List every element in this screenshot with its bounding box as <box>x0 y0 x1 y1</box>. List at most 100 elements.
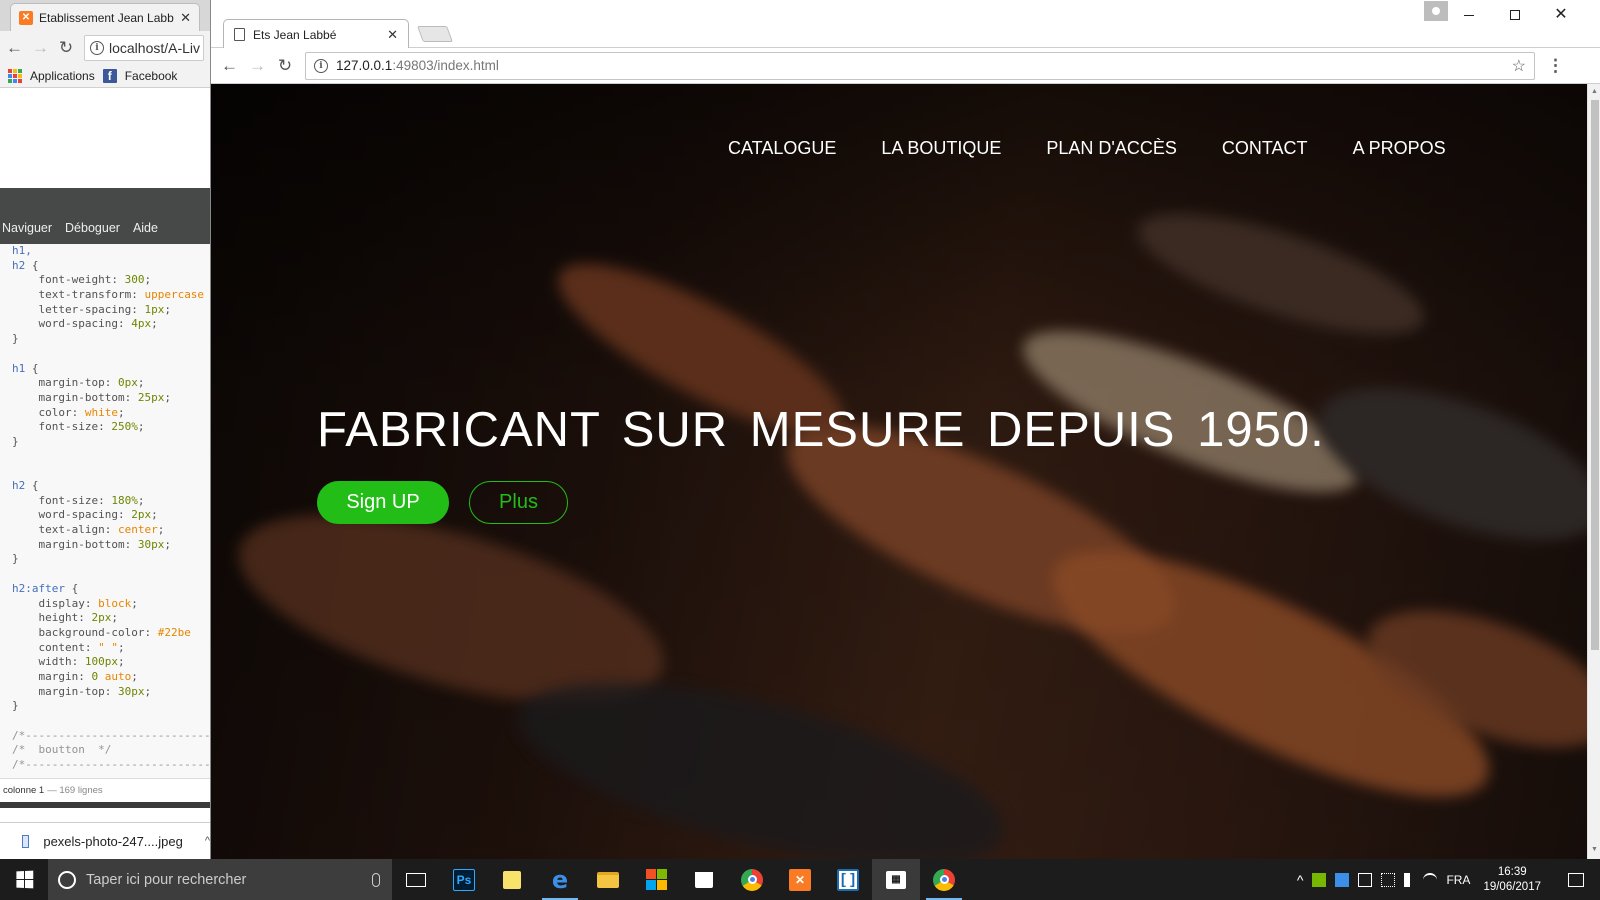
taskbar-search-box[interactable]: Taper ici pour rechercher <box>48 859 392 900</box>
url-path: :49803/index.html <box>392 58 499 73</box>
sign-up-button[interactable]: Sign UP <box>317 481 449 524</box>
page-scrollbar[interactable]: ▲ ▼ <box>1587 84 1600 859</box>
image-file-icon <box>22 834 30 848</box>
info-icon[interactable]: i <box>90 40 104 55</box>
scroll-down-icon[interactable]: ▼ <box>1591 846 1598 853</box>
code-line: h2 { <box>12 479 39 492</box>
main-address-bar[interactable]: i 127.0.0.1 :49803/index.html ☆ <box>305 51 1535 80</box>
nav-a-propos[interactable]: A PROPOS <box>1353 138 1446 159</box>
language-indicator[interactable]: FRA <box>1446 873 1470 887</box>
clock-date: 19/06/2017 <box>1483 880 1541 893</box>
code-line: } <box>12 699 19 713</box>
microphone-icon[interactable] <box>372 872 380 887</box>
main-tab-title: Ets Jean Labbé <box>253 27 337 42</box>
info-icon[interactable]: i <box>314 58 328 73</box>
taskbar-chrome[interactable] <box>728 859 776 900</box>
close-icon[interactable]: ✕ <box>387 27 398 43</box>
close-icon[interactable]: ✕ <box>180 10 191 26</box>
decorative-shoe-shape <box>1299 356 1587 572</box>
background-address-bar[interactable]: i localhost/A-Liv <box>84 34 204 61</box>
code-line: /* boutton */ <box>12 743 112 757</box>
nav-la-boutique[interactable]: LA BOUTIQUE <box>881 138 1001 159</box>
volume-icon[interactable] <box>1404 872 1414 887</box>
taskbar-store[interactable] <box>680 859 728 900</box>
profile-avatar[interactable] <box>1424 1 1448 21</box>
taskbar-sticky-notes[interactable] <box>488 859 536 900</box>
new-tab-button[interactable] <box>417 26 453 42</box>
apps-grid-icon[interactable] <box>8 68 22 83</box>
background-url-text: localhost/A-Liv <box>109 39 201 56</box>
scrollbar-thumb[interactable] <box>1591 100 1599 650</box>
forward-arrow-icon[interactable]: → <box>32 39 49 56</box>
windows-taskbar: Taper ici pour rechercher Ps e ✕ [ ] ▦ ^… <box>0 859 1600 900</box>
background-browser-tab[interactable]: ✕ Etablissement Jean Labbé ✕ <box>10 3 200 31</box>
code-line: margin-bottom: 30px; <box>12 537 171 551</box>
site-navigation: CATALOGUE LA BOUTIQUE PLAN D'ACCÈS CONTA… <box>728 138 1446 159</box>
reload-icon[interactable]: ↻ <box>277 57 293 74</box>
taskbar-brackets[interactable]: [ ] <box>824 859 872 900</box>
clock[interactable]: 16:39 19/06/2017 <box>1483 865 1541 895</box>
code-line: color: white; <box>12 405 125 419</box>
back-arrow-icon[interactable]: ← <box>6 39 23 56</box>
menu-kebab-icon[interactable]: ⋮ <box>1547 56 1564 76</box>
main-tab-strip: Ets Jean Labbé ✕ ✕ <box>211 0 1600 49</box>
code-line: h2 { <box>12 258 39 272</box>
menu-aide[interactable]: Aide <box>133 221 158 235</box>
window-close-button[interactable]: ✕ <box>1538 0 1584 30</box>
status-column: colonne 1 <box>3 785 45 796</box>
bookmarks-bar: Applications f Facebook <box>0 64 210 88</box>
background-page-blank-area <box>0 88 210 188</box>
url-host: 127.0.0.1 <box>336 58 393 73</box>
bookmark-applications[interactable]: Applications <box>30 69 95 83</box>
menu-naviguer[interactable]: Naviguer <box>2 221 52 235</box>
tiles-icon <box>645 869 667 890</box>
nvidia-icon[interactable] <box>1312 872 1327 887</box>
ime-icon[interactable] <box>1381 872 1396 887</box>
code-line: font-size: 180%; <box>12 493 145 507</box>
code-line: content: " "; <box>12 640 125 654</box>
status-line-count: — 169 lignes <box>47 785 103 796</box>
taskbar-xampp[interactable]: ✕ <box>776 859 824 900</box>
monitor-icon[interactable] <box>1358 872 1373 887</box>
network-settings-icon[interactable] <box>1335 872 1350 887</box>
code-line: text-align: center; <box>12 523 165 537</box>
download-filename[interactable]: pexels-photo-247....jpeg <box>43 834 182 849</box>
taskbar-file-explorer[interactable] <box>584 859 632 900</box>
wifi-icon[interactable] <box>1423 872 1438 887</box>
taskbar-photoshop[interactable]: Ps <box>440 859 488 900</box>
nav-contact[interactable]: CONTACT <box>1222 138 1308 159</box>
maximize-button[interactable] <box>1492 0 1538 30</box>
minimize-button[interactable] <box>1446 0 1492 30</box>
notification-center-icon[interactable] <box>1568 872 1584 887</box>
reload-icon[interactable]: ↻ <box>58 39 74 56</box>
code-line: margin-top: 30px; <box>12 684 152 698</box>
taskbar-media-app[interactable]: ▦ <box>872 859 920 900</box>
scroll-up-icon[interactable]: ▲ <box>1591 88 1598 95</box>
clapperboard-icon: ▦ <box>886 870 906 889</box>
tray-expand-icon[interactable]: ^ <box>1297 872 1304 888</box>
start-button[interactable] <box>0 859 48 900</box>
plus-button[interactable]: Plus <box>469 481 568 524</box>
edge-icon: e <box>551 865 569 894</box>
main-browser-tab[interactable]: Ets Jean Labbé ✕ <box>223 19 409 49</box>
taskbar-store-tiles[interactable] <box>632 859 680 900</box>
nav-plan-acces[interactable]: PLAN D'ACCÈS <box>1046 138 1176 159</box>
task-view-button[interactable] <box>392 859 440 900</box>
forward-arrow-icon[interactable]: → <box>249 57 266 74</box>
bookmark-star-icon[interactable]: ☆ <box>1512 56 1526 76</box>
back-arrow-icon[interactable]: ← <box>221 57 238 74</box>
decorative-shoe-shape <box>1125 189 1437 359</box>
taskbar-chrome-active[interactable] <box>920 859 968 900</box>
menu-deboguer[interactable]: Déboguer <box>65 221 120 235</box>
editor-status-bar: colonne 1 — 169 lignes <box>0 778 210 802</box>
code-text-area[interactable]: h1, h2 { font-weight: 300; text-transform… <box>0 244 210 778</box>
hero-title: FABRICANT SUR MESURE DEPUIS 1950. <box>317 403 1325 457</box>
nav-catalogue[interactable]: CATALOGUE <box>728 138 836 159</box>
code-line: word-spacing: 2px; <box>12 508 158 522</box>
taskbar-edge[interactable]: e <box>536 859 584 900</box>
bookmark-facebook[interactable]: Facebook <box>125 69 178 83</box>
code-line: } <box>12 552 19 566</box>
system-tray: ^ FRA 16:39 19/06/2017 <box>1297 859 1600 900</box>
